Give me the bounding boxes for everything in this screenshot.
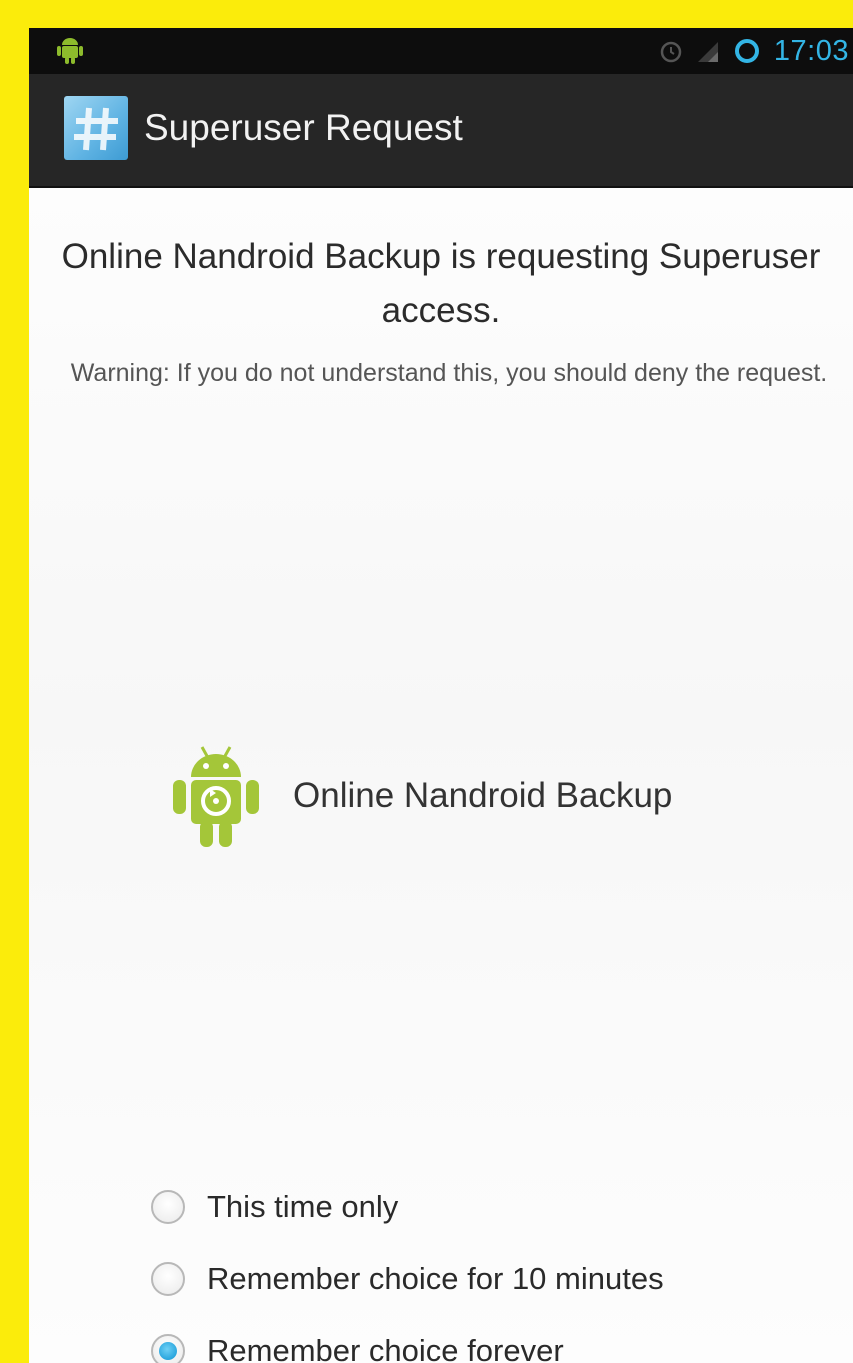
alarm-icon <box>660 41 682 63</box>
request-content: Online Nandroid Backup is requesting Sup… <box>29 188 853 1363</box>
status-time: 17:03 <box>773 35 849 67</box>
option-remember-10-minutes[interactable]: Remember choice for 10 minutes <box>151 1243 664 1315</box>
signal-icon <box>697 42 718 62</box>
status-bar: 17:03 <box>29 28 853 74</box>
action-bar-title: Superuser Request <box>144 107 463 148</box>
request-heading: Online Nandroid Backup is requesting Sup… <box>61 237 821 330</box>
option-this-time-only[interactable]: This time only <box>151 1171 664 1243</box>
request-warning: Warning: If you do not understand this, … <box>70 359 828 387</box>
superuser-hash-icon <box>64 96 128 160</box>
sync-icon <box>734 39 759 63</box>
phone-screen: 17:03 Superuser Request Online Nandroid … <box>29 28 853 1363</box>
radio-remember-10-minutes[interactable] <box>151 1262 185 1296</box>
option-remember-forever[interactable]: Remember choice forever <box>151 1315 664 1363</box>
android-app-icon <box>173 746 259 847</box>
requesting-app: Online Nandroid Backup <box>169 743 672 849</box>
option-label: Remember choice forever <box>207 1333 564 1363</box>
app-name: Online Nandroid Backup <box>293 776 673 815</box>
status-right: 17:03 <box>658 28 853 74</box>
option-label: Remember choice for 10 minutes <box>207 1261 664 1296</box>
android-notification-icon <box>57 38 83 64</box>
radio-remember-forever[interactable] <box>151 1334 185 1363</box>
remember-options: This time only Remember choice for 10 mi… <box>151 1171 664 1363</box>
action-bar: Superuser Request <box>29 74 853 188</box>
option-label: This time only <box>207 1189 399 1224</box>
radio-this-time-only[interactable] <box>151 1190 185 1224</box>
frame-background: 17:03 Superuser Request Online Nandroid … <box>0 0 853 1363</box>
